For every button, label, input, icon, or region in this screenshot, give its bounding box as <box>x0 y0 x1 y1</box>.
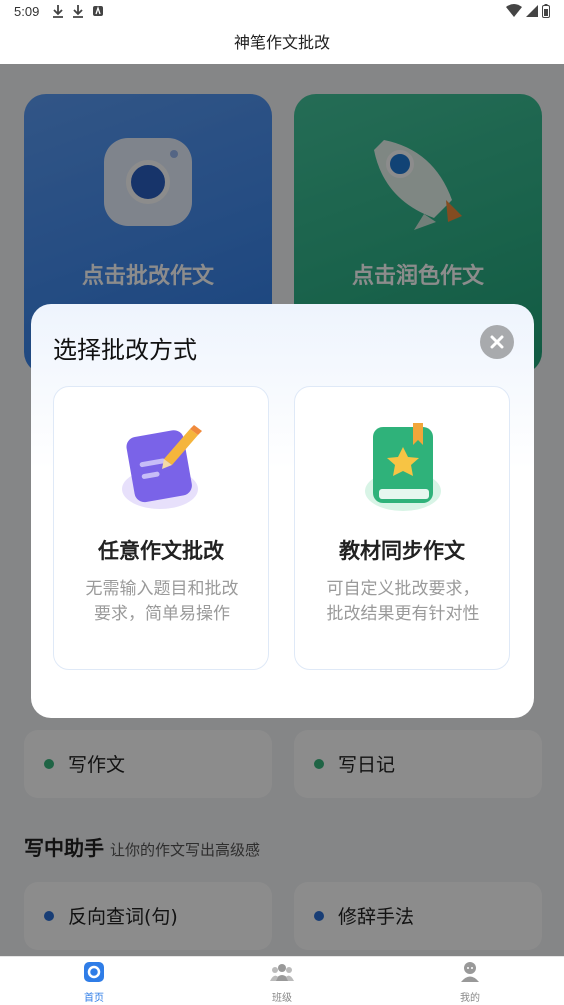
nav-home[interactable]: 首页 <box>54 961 134 1004</box>
correction-mode-dialog: 选择批改方式 任意作文批改 无需输入题目和批改 要求，简单易操作 教材同步作文 … <box>31 304 534 718</box>
option-description-line: 要求，简单易操作 <box>94 604 230 624</box>
page-title: 神笔作文批改 <box>0 24 564 64</box>
option-description: 无需输入题目和批改 要求，简单易操作 <box>68 577 256 627</box>
battery-icon <box>542 4 550 18</box>
nav-mine[interactable]: 我的 <box>430 961 510 1004</box>
textbook-essay-option[interactable]: 教材同步作文 可自定义批改要求， 批改结果更有针对性 <box>294 386 510 670</box>
option-description-line: 无需输入题目和批改 <box>85 579 239 599</box>
download-icon <box>52 4 64 21</box>
group-icon <box>270 964 294 981</box>
app-notification-icon <box>92 4 104 21</box>
option-description-line: 可自定义批改要求， <box>326 579 480 599</box>
user-icon <box>461 962 479 982</box>
status-time: 5:09 <box>14 4 40 19</box>
free-essay-correction-option[interactable]: 任意作文批改 无需输入题目和批改 要求，简单易操作 <box>53 386 269 670</box>
bottom-nav: 首页 班级 我的 <box>0 956 564 1005</box>
home-icon <box>84 962 104 982</box>
nav-label: 首页 <box>84 993 104 1004</box>
dialog-title: 选择批改方式 <box>53 336 197 364</box>
nav-label: 班级 <box>272 993 292 1004</box>
status-system-icons <box>506 4 550 18</box>
nav-label: 我的 <box>460 993 480 1004</box>
close-button[interactable] <box>480 325 514 359</box>
green-book-star-icon <box>365 423 441 511</box>
wifi-icon <box>506 4 522 17</box>
signal-icon <box>526 5 538 17</box>
option-description: 可自定义批改要求， 批改结果更有针对性 <box>309 577 497 627</box>
status-bar: 5:09 <box>0 0 564 24</box>
option-title: 教材同步作文 <box>339 539 465 563</box>
notebook-pencil-icon <box>122 425 202 509</box>
option-title: 任意作文批改 <box>98 539 224 563</box>
status-notification-icons <box>52 4 104 21</box>
close-icon <box>490 335 504 349</box>
nav-class[interactable]: 班级 <box>242 961 322 1004</box>
option-description-line: 批改结果更有针对性 <box>326 604 480 624</box>
download-icon <box>72 4 84 21</box>
